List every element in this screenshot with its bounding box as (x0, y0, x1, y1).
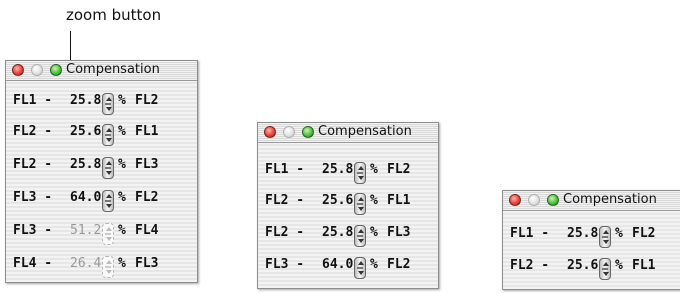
close-button[interactable] (264, 126, 276, 138)
value-stepper[interactable] (354, 162, 366, 184)
source-channel: FL1 - (510, 226, 550, 241)
minimize-button[interactable] (528, 194, 540, 206)
callout-leader-line (70, 31, 71, 60)
percent-sign: % (370, 193, 378, 208)
percent-sign: % (370, 162, 378, 177)
window-title: Compensation (318, 124, 412, 139)
value-stepper[interactable] (102, 190, 114, 212)
percent-sign: % (615, 226, 623, 241)
percent-sign: % (118, 124, 126, 139)
percent-sign: % (118, 190, 126, 205)
minimize-button[interactable] (31, 64, 43, 76)
value-stepper[interactable] (354, 257, 366, 279)
compensation-value[interactable]: 25.6 (322, 193, 353, 208)
source-channel: FL1 - (13, 93, 53, 108)
compensation-value[interactable]: 25.6 (567, 258, 598, 273)
value-stepper[interactable] (354, 225, 366, 247)
value-stepper[interactable] (599, 258, 611, 280)
compensation-window-3: Compensation FL1 - 25.8 % FL2 FL2 - 25.6… (502, 190, 680, 290)
percent-sign: % (615, 258, 623, 273)
value-stepper[interactable] (102, 157, 114, 179)
compensation-value[interactable]: 25.8 (322, 162, 353, 177)
window-title: Compensation (66, 62, 160, 77)
target-channel: FL1 (135, 124, 159, 139)
close-button[interactable] (12, 64, 24, 76)
target-channel: FL2 (387, 257, 411, 272)
compensation-value[interactable]: 64.0 (70, 190, 101, 205)
value-stepper[interactable] (599, 226, 611, 248)
percent-sign: % (370, 225, 378, 240)
title-bar[interactable]: Compensation (6, 61, 197, 81)
compensation-value[interactable]: 25.6 (70, 124, 101, 139)
compensation-value: 51.2 (70, 223, 102, 238)
percent-sign: % (118, 157, 126, 172)
compensation-value[interactable]: 25.8 (567, 226, 598, 241)
source-channel: FL2 - (13, 157, 53, 172)
zoom-button[interactable] (302, 126, 314, 138)
percent-sign: % (118, 256, 126, 271)
close-button[interactable] (509, 194, 521, 206)
target-channel: FL4 (135, 223, 159, 238)
target-channel: FL2 (135, 93, 159, 108)
value-stepper[interactable] (354, 193, 366, 215)
target-channel: FL1 (387, 193, 411, 208)
title-bar[interactable]: Compensation (503, 191, 680, 211)
value-stepper[interactable] (102, 93, 114, 115)
zoom-button[interactable] (547, 194, 559, 206)
source-channel: FL1 - (265, 162, 305, 177)
source-channel: FL2 - (265, 225, 305, 240)
target-channel: FL2 (387, 162, 411, 177)
window-title: Compensation (563, 192, 657, 207)
target-channel: FL3 (135, 157, 159, 172)
source-channel: FL2 - (13, 124, 53, 139)
compensation-value[interactable]: 25.8 (70, 93, 101, 108)
value-stepper[interactable] (102, 124, 114, 146)
target-channel: FL2 (135, 190, 159, 205)
source-channel: FL3 - (13, 190, 53, 205)
minimize-button[interactable] (283, 126, 295, 138)
source-channel: FL2 - (510, 258, 550, 273)
percent-sign: % (370, 257, 378, 272)
compensation-value: 26.4 (70, 256, 102, 271)
source-channel: FL3 - (265, 257, 305, 272)
source-channel: FL3 - (13, 223, 53, 238)
compensation-value[interactable]: 25.8 (70, 157, 101, 172)
source-channel: FL2 - (265, 193, 305, 208)
zoom-button-callout-label: zoom button (66, 6, 162, 24)
compensation-window-2: Compensation FL1 - 25.8 % FL2 FL2 - 25.6… (257, 122, 439, 289)
compensation-value[interactable]: 25.8 (322, 225, 353, 240)
target-channel: FL3 (135, 256, 159, 271)
target-channel: FL2 (632, 226, 656, 241)
percent-sign: % (118, 93, 126, 108)
title-bar[interactable]: Compensation (258, 123, 438, 143)
compensation-window-1: Compensation FL1 - 25.8 % FL2 FL2 - 25.6… (5, 60, 198, 283)
percent-sign: % (118, 223, 126, 238)
compensation-value[interactable]: 64.0 (322, 257, 353, 272)
target-channel: FL3 (387, 225, 411, 240)
value-stepper (102, 223, 114, 245)
zoom-button[interactable] (50, 64, 62, 76)
source-channel: FL4 - (13, 256, 53, 271)
target-channel: FL1 (632, 258, 656, 273)
value-stepper (102, 256, 114, 278)
